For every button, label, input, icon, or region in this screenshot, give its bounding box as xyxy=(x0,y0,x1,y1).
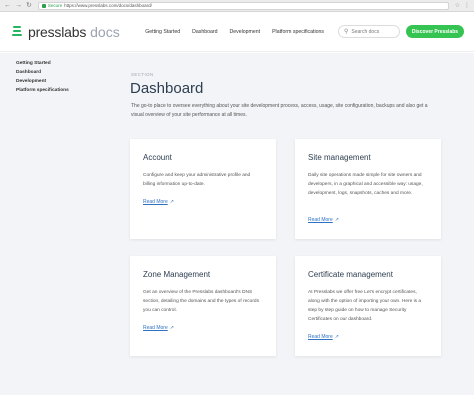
logo[interactable]: presslabs docs xyxy=(10,24,120,40)
sidebar-item-development[interactable]: Development xyxy=(16,79,115,84)
nav-development[interactable]: Development xyxy=(230,29,261,35)
discover-presslabs-button[interactable]: Discover Presslabs xyxy=(406,25,464,38)
logo-docs: docs xyxy=(90,23,120,40)
card-account: Account Configure and keep your administ… xyxy=(130,139,276,239)
nav-platform-specifications[interactable]: Platform specifications xyxy=(272,29,324,35)
browser-menu-icon[interactable]: ⋮ xyxy=(464,2,470,9)
arrow-up-right-icon: ↗ xyxy=(169,325,174,331)
card-title: Certificate management xyxy=(308,270,393,279)
arrow-up-right-icon: ↗ xyxy=(169,199,174,205)
forward-icon[interactable]: → xyxy=(15,2,22,9)
search-placeholder: Search docs xyxy=(351,28,380,35)
arrow-up-right-icon: ↗ xyxy=(334,334,339,340)
card-title: Zone Management xyxy=(143,270,211,279)
sidebar: Getting Started Dashboard Development Pl… xyxy=(0,53,115,395)
sidebar-item-platform-specifications[interactable]: Platform specifications xyxy=(16,88,115,93)
card-body: At Presslabs we offer free Let's encrypt… xyxy=(308,290,422,322)
lock-icon xyxy=(41,3,46,8)
card-zone-management: Zone Management Get an overview of the P… xyxy=(130,256,276,356)
flask-logo-icon xyxy=(10,24,24,40)
browser-toolbar: ← → ↻ Secure https://www.presslabs.com/d… xyxy=(0,0,474,12)
card-title: Site management xyxy=(308,153,371,162)
main-content: SECTION Dashboard The go-to place to ove… xyxy=(115,53,474,395)
card-certificate-management: Certificate management At Presslabs we o… xyxy=(295,256,441,356)
nav-dashboard[interactable]: Dashboard xyxy=(192,29,217,35)
search-input[interactable]: ⚲ Search docs xyxy=(338,25,400,38)
search-icon: ⚲ xyxy=(344,29,349,35)
read-more-link[interactable]: Read More ↗ xyxy=(143,325,174,331)
secure-label: Secure xyxy=(47,3,63,8)
card-site-management: Site management Daily site operations ma… xyxy=(295,139,441,239)
address-bar[interactable]: Secure https://www.presslabs.com/docs/da… xyxy=(37,1,449,10)
read-more-link[interactable]: Read More ↗ xyxy=(308,217,339,223)
logo-text: presslabs xyxy=(28,23,87,40)
card-body: Configure and keep your administrative p… xyxy=(143,173,251,187)
intro-text: The go-to place to oversee everything ab… xyxy=(131,103,428,118)
browser-nav: ← → ↻ xyxy=(4,2,32,9)
card-body: Daily site operations made simple for si… xyxy=(308,173,423,196)
card-body: Get an overview of the Presslabs dashboa… xyxy=(143,290,259,313)
sidebar-item-getting-started[interactable]: Getting Started xyxy=(16,61,115,66)
card-title: Account xyxy=(143,153,172,162)
nav-getting-started[interactable]: Getting Started xyxy=(145,29,180,35)
top-nav: Getting Started Dashboard Development Pl… xyxy=(145,29,324,35)
page-title: Dashboard xyxy=(130,80,204,97)
reload-icon[interactable]: ↻ xyxy=(26,2,32,9)
sidebar-item-dashboard[interactable]: Dashboard xyxy=(16,70,115,75)
section-label: SECTION xyxy=(131,72,154,77)
arrow-up-right-icon: ↗ xyxy=(334,217,339,223)
read-more-link[interactable]: Read More ↗ xyxy=(143,199,174,205)
site-header: presslabs docs Getting Started Dashboard… xyxy=(0,12,474,52)
bookmark-star-icon[interactable]: ☆ xyxy=(455,2,460,9)
read-more-link[interactable]: Read More ↗ xyxy=(308,334,339,340)
url-text[interactable]: https://www.presslabs.com/docs/dashboard… xyxy=(64,3,152,8)
back-icon[interactable]: ← xyxy=(4,2,11,9)
